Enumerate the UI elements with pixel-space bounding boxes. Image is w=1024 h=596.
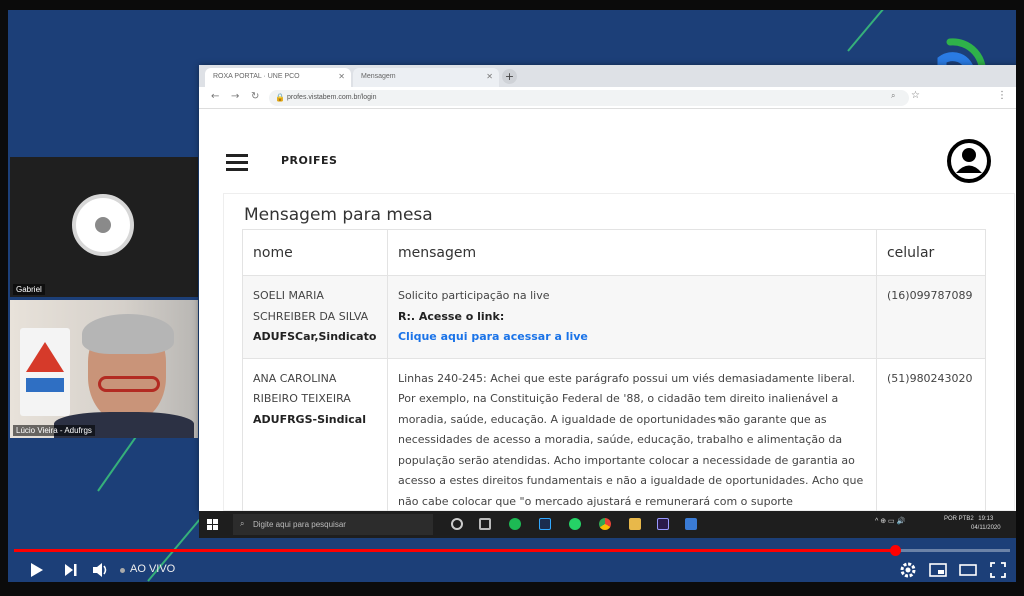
participant-name: Lúcio Vieira - Adufrgs [13,425,95,436]
folder-icon[interactable] [629,518,641,530]
organization: ADUFRGS-Sindical [253,412,366,426]
photoshop-icon[interactable] [539,518,551,530]
browser-toolbar: ← → ↻ 🔒 profes.vistabem.com.br/login ⌕ ☆… [199,87,1016,109]
back-icon[interactable]: ← [211,91,219,102]
language-indicator: POR PTB2 [944,516,974,522]
adufrgs-banner [20,328,70,416]
organization: ADUFSCar,Sindicato [253,330,377,343]
participant-tile-lucio: Lúcio Vieira - Adufrgs [10,300,198,438]
app-title: PROIFES [281,154,338,167]
progress-fill [14,549,896,552]
participant-tile-gabriel: Gabriel [10,157,198,297]
windows-taskbar: ⌕ Digite aqui para pesquisar ^ ⊕ ▭ 🔊 POR… [199,511,1016,538]
person-name: SOELI MARIA [253,289,324,302]
star-icon[interactable]: ☆ [911,90,920,101]
cell-mensagem: Linhas 240-245: Achei que este parágrafo… [386,357,877,511]
player-controls: AO VIVO [0,556,1024,584]
system-tray: ^ ⊕ ▭ 🔊 [875,518,906,525]
decor-line [97,433,139,492]
live-indicator [120,568,125,573]
play-icon[interactable] [26,560,46,580]
cell-nome: SOELI MARIA SCHREIBER DA SILVA ADUFSCar,… [242,275,388,359]
lock-icon: 🔒 [275,93,285,102]
new-tab-button[interactable]: + [502,69,517,84]
close-icon[interactable]: ✕ [486,72,493,81]
messages-table: nome mensagem celular SOELI MARIA SCHREI… [242,229,987,511]
theater-icon[interactable] [958,560,978,580]
files-icon[interactable] [479,518,491,530]
tab-title: Mensagem [361,73,396,80]
reload-icon[interactable]: ↻ [251,91,259,102]
browser-tab[interactable]: Mensagem ✕ [353,68,499,87]
search-icon: ⌕ [240,519,245,528]
decor-line [847,10,907,52]
windows-start-icon[interactable] [207,519,218,530]
cell-mensagem: Solicito participação na live R:. Acesse… [386,275,877,359]
shared-browser-window: ROXA PORTAL · UNE PCO ✕ Mensagem ✕ + ← → ↻… [199,65,1016,511]
address-bar[interactable]: 🔒 profes.vistabem.com.br/login [269,90,909,106]
browser-tab[interactable]: ROXA PORTAL · UNE PCO ✕ [205,68,351,87]
profile-icon[interactable] [946,138,992,184]
column-header-nome[interactable]: nome [242,229,388,276]
task-view-icon[interactable] [451,518,463,530]
mouse-cursor-icon: ↖ [717,415,726,426]
browser-tabstrip: ROXA PORTAL · UNE PCO ✕ Mensagem ✕ + [199,65,1016,87]
search-placeholder: Digite aqui para pesquisar [253,520,346,529]
table-header-row: nome mensagem celular [242,229,987,276]
zoom-icon[interactable]: ⌕ [891,91,895,101]
settings-icon[interactable] [898,560,918,580]
live-label[interactable]: AO VIVO [130,563,175,575]
live-link[interactable]: Clique aqui para acessar a live [398,327,866,348]
reply-text: R:. Acesse o link: [397,309,505,323]
column-header-mensagem[interactable]: mensagem [386,229,877,276]
participant-name: Gabriel [13,284,45,295]
chrome-icon[interactable] [599,518,611,530]
clock-date: 04/11/2020 [971,525,1001,531]
app-header: PROIFES [199,110,1016,192]
cell-celular: (51)980243020 [875,357,987,511]
miniplayer-icon[interactable] [928,560,948,580]
video-frame[interactable]: Gabriel Lúcio Vieira - Adufrgs ROXA PORT… [8,10,1016,582]
volume-icon[interactable] [90,560,110,580]
hamburger-menu-icon[interactable] [226,154,248,171]
premiere-icon[interactable] [657,518,669,530]
app-window-icon[interactable] [685,518,697,530]
next-icon[interactable] [60,560,80,580]
cell-nome: ANA CAROLINA RIBEIRO TEIXEIRA ADUFRGS-Si… [242,357,388,511]
system-clock: POR PTB2 [944,515,974,524]
table-row: ANA CAROLINA RIBEIRO TEIXEIRA ADUFRGS-Si… [242,357,987,511]
close-icon[interactable]: ✕ [338,72,345,81]
person-name: RIBEIRO TEIXEIRA [253,392,351,405]
spotify-icon[interactable] [509,518,521,530]
participant-avatar [72,194,134,256]
clock-readout: 19:13 04/11/2020 [971,515,1001,533]
clock-time: 19:13 [978,516,994,522]
table-row: SOELI MARIA SCHREIBER DA SILVA ADUFSCar,… [242,275,987,359]
menu-dots-icon[interactable]: ⋮ [997,90,1007,101]
column-header-celular[interactable]: celular [875,229,987,276]
person-name: SCHREIBER DA SILVA [253,309,369,323]
url-text: profes.vistabem.com.br/login [287,94,377,101]
message-text: Solicito participação na live [397,289,550,302]
windows-search-box[interactable]: ⌕ Digite aqui para pesquisar [233,514,433,535]
fullscreen-icon[interactable] [988,560,1008,580]
forward-icon[interactable]: → [231,91,239,102]
person-name: ANA CAROLINA [253,371,337,385]
progress-bar[interactable] [14,545,1010,556]
youtube-player: Gabriel Lúcio Vieira - Adufrgs ROXA PORT… [0,0,1024,596]
cell-celular: (16)099787089 [875,275,987,359]
panel-title: Mensagem para mesa [244,205,433,225]
message-panel: Mensagem para mesa nome mensagem celular… [223,193,1015,511]
tab-title: ROXA PORTAL · UNE PCO [213,73,300,80]
whatsapp-icon[interactable] [569,518,581,530]
